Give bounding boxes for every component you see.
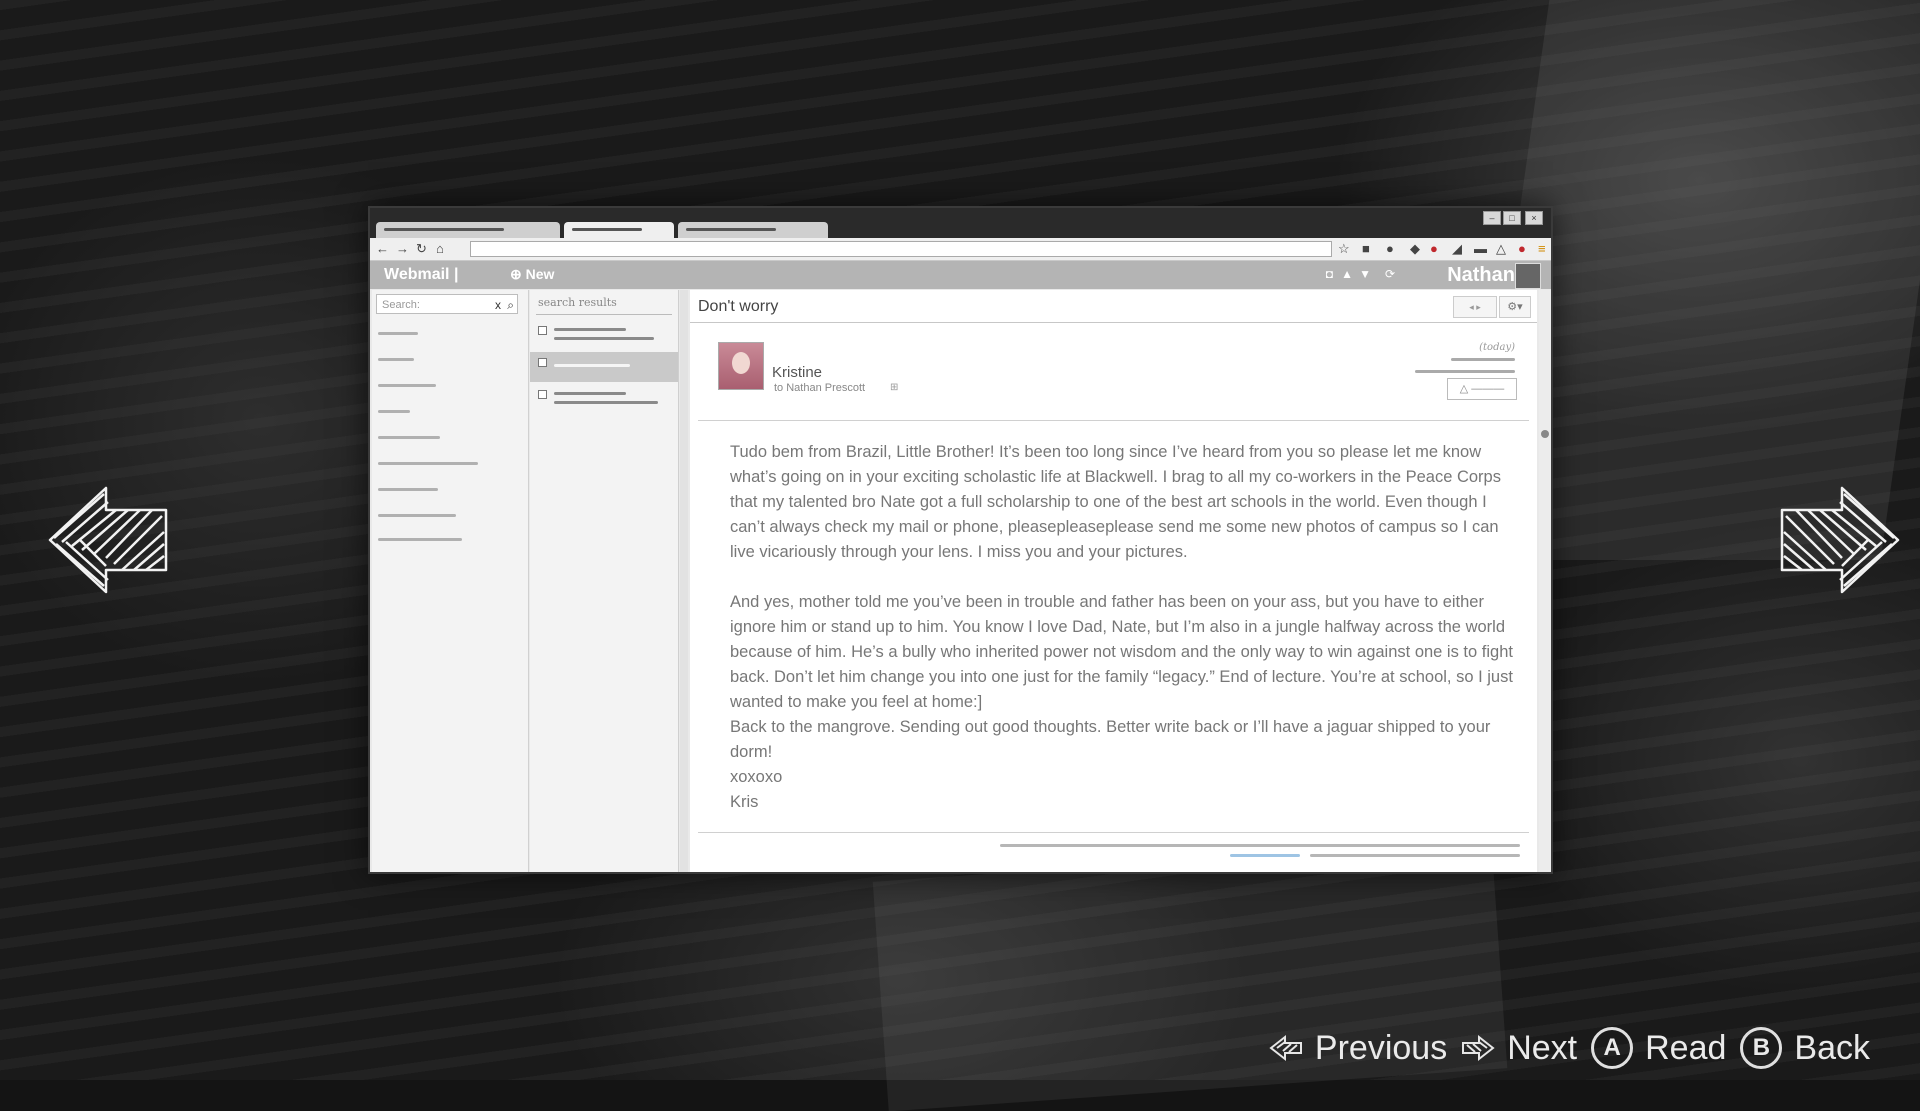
- down-icon[interactable]: ▼: [1359, 267, 1371, 281]
- up-icon[interactable]: ▲: [1341, 267, 1353, 281]
- notification-icon[interactable]: ●: [1430, 241, 1438, 257]
- webmail-header: Webmail | ⊕ New ◘ ▲ ▼ ⟳ Nathan: [370, 261, 1551, 289]
- address-bar[interactable]: [470, 241, 1332, 257]
- email-body: Tudo bem from Brazil, Little Brother! It…: [730, 440, 1520, 815]
- next-prompt[interactable]: Next: [1461, 1029, 1577, 1068]
- email-signature: Kris: [730, 793, 759, 811]
- extension-icon[interactable]: ◆: [1410, 241, 1420, 257]
- folder-item[interactable]: [378, 488, 438, 491]
- user-name[interactable]: Nathan: [1447, 264, 1515, 287]
- list-item-selected[interactable]: [530, 352, 678, 382]
- folder-item[interactable]: [378, 462, 478, 465]
- search-results-label: search results: [538, 296, 617, 309]
- plus-circle-icon: ⊕: [510, 266, 522, 282]
- divider: [698, 832, 1529, 833]
- checkbox[interactable]: [538, 390, 547, 399]
- reply-icon: △: [1459, 383, 1469, 395]
- expand-details-icon[interactable]: ⊞: [890, 382, 898, 393]
- refresh-icon[interactable]: ⟳: [1385, 267, 1395, 281]
- folder-item[interactable]: [378, 384, 436, 387]
- extension-icon[interactable]: ◢: [1452, 241, 1462, 257]
- date-detail: [1451, 358, 1515, 361]
- read-prompt[interactable]: A Read: [1591, 1027, 1726, 1069]
- prev-next-buttons[interactable]: ◂ ▸: [1453, 296, 1497, 318]
- archive-icon[interactable]: ◘: [1326, 267, 1333, 281]
- browser-window: – □ × ← → ↻ ⌂ ☆ ■ ● ◆ ● ◢ ▬ △ ● ≡ Webmai…: [368, 206, 1553, 874]
- extension-icon[interactable]: ●: [1386, 241, 1394, 257]
- search-input[interactable]: Search: x ⌕: [376, 294, 518, 314]
- a-button-icon: A: [1591, 1027, 1634, 1069]
- checkbox[interactable]: [538, 326, 547, 335]
- recipient-line: to Nathan Prescott: [774, 382, 866, 394]
- settings-gear-icon[interactable]: ⚙▾: [1499, 296, 1531, 318]
- divider: [536, 314, 672, 315]
- browser-tab[interactable]: [678, 222, 828, 238]
- back-prompt[interactable]: B Back: [1740, 1027, 1870, 1069]
- hand-left-icon: [1269, 1034, 1302, 1062]
- menu-icon[interactable]: ≡: [1538, 241, 1546, 257]
- footer-text: [1310, 854, 1520, 857]
- sender-avatar: [718, 342, 764, 390]
- extension-icon[interactable]: ▬: [1474, 241, 1487, 257]
- footer-text: [1000, 844, 1520, 847]
- minimize-icon[interactable]: –: [1483, 211, 1501, 225]
- email-signoff: xoxoxo: [730, 768, 783, 786]
- divider: [698, 420, 1529, 421]
- email-paragraph: And yes, mother told me you’ve been in t…: [730, 593, 1513, 711]
- footer-link[interactable]: [1230, 854, 1300, 857]
- previous-prompt[interactable]: Previous: [1269, 1029, 1447, 1068]
- next-arrow-icon[interactable]: [1756, 480, 1906, 600]
- email-paragraph: Back to the mangrove. Sending out good t…: [730, 718, 1491, 761]
- email-date: (today): [1479, 342, 1515, 353]
- maximize-icon[interactable]: □: [1503, 211, 1521, 225]
- previous-arrow-icon[interactable]: [42, 480, 192, 600]
- folder-item[interactable]: [378, 410, 410, 413]
- list-item[interactable]: [530, 320, 678, 350]
- list-item[interactable]: [530, 384, 678, 414]
- browser-tab[interactable]: [376, 222, 560, 238]
- new-message-button[interactable]: ⊕ New: [510, 266, 554, 283]
- checkbox[interactable]: [538, 358, 547, 367]
- extension-icon[interactable]: △: [1496, 241, 1506, 257]
- sender-name: Kristine: [772, 364, 823, 381]
- divider: [690, 322, 1537, 323]
- browser-tab-active[interactable]: [564, 222, 674, 238]
- reading-pane-scrollbar[interactable]: [1539, 290, 1551, 872]
- forward-icon[interactable]: →: [396, 241, 409, 257]
- home-icon[interactable]: ⌂: [436, 241, 444, 257]
- message-list-scrollbar[interactable]: [680, 290, 688, 872]
- folder-item[interactable]: [378, 538, 462, 541]
- bookmark-star-icon[interactable]: ☆: [1338, 241, 1350, 257]
- email-paragraph: Tudo bem from Brazil, Little Brother! It…: [730, 443, 1501, 561]
- webmail-brand: Webmail |: [384, 266, 459, 283]
- reply-button[interactable]: △ ———: [1447, 378, 1517, 400]
- button-prompts: Previous Next A Read B Back: [1269, 1020, 1870, 1076]
- email-subject: Don't worry: [698, 298, 779, 315]
- notification-icon[interactable]: ●: [1518, 241, 1526, 257]
- reload-icon[interactable]: ↻: [416, 241, 427, 257]
- search-icon[interactable]: ⌕: [507, 295, 514, 315]
- extension-icon[interactable]: ■: [1362, 241, 1370, 257]
- clear-search-icon[interactable]: x: [495, 295, 501, 315]
- browser-titlebar: – □ ×: [370, 208, 1551, 238]
- folder-sidebar: Search: x ⌕: [372, 290, 529, 872]
- back-icon[interactable]: ←: [376, 241, 389, 257]
- scrollbar-thumb[interactable]: [1541, 430, 1549, 438]
- user-avatar[interactable]: [1515, 263, 1541, 289]
- folder-item[interactable]: [378, 514, 456, 517]
- close-window-icon[interactable]: ×: [1525, 211, 1543, 225]
- browser-toolbar: ← → ↻ ⌂ ☆ ■ ● ◆ ● ◢ ▬ △ ● ≡: [370, 238, 1551, 261]
- hand-right-icon: [1462, 1034, 1495, 1062]
- b-button-icon: B: [1740, 1027, 1783, 1069]
- reading-pane: Don't worry ◂ ▸ ⚙▾ Kristine to Nathan Pr…: [690, 290, 1537, 872]
- folder-item[interactable]: [378, 358, 414, 361]
- message-list: search results: [530, 290, 679, 872]
- folder-item[interactable]: [378, 332, 418, 335]
- folder-item[interactable]: [378, 436, 440, 439]
- date-detail: [1415, 370, 1515, 373]
